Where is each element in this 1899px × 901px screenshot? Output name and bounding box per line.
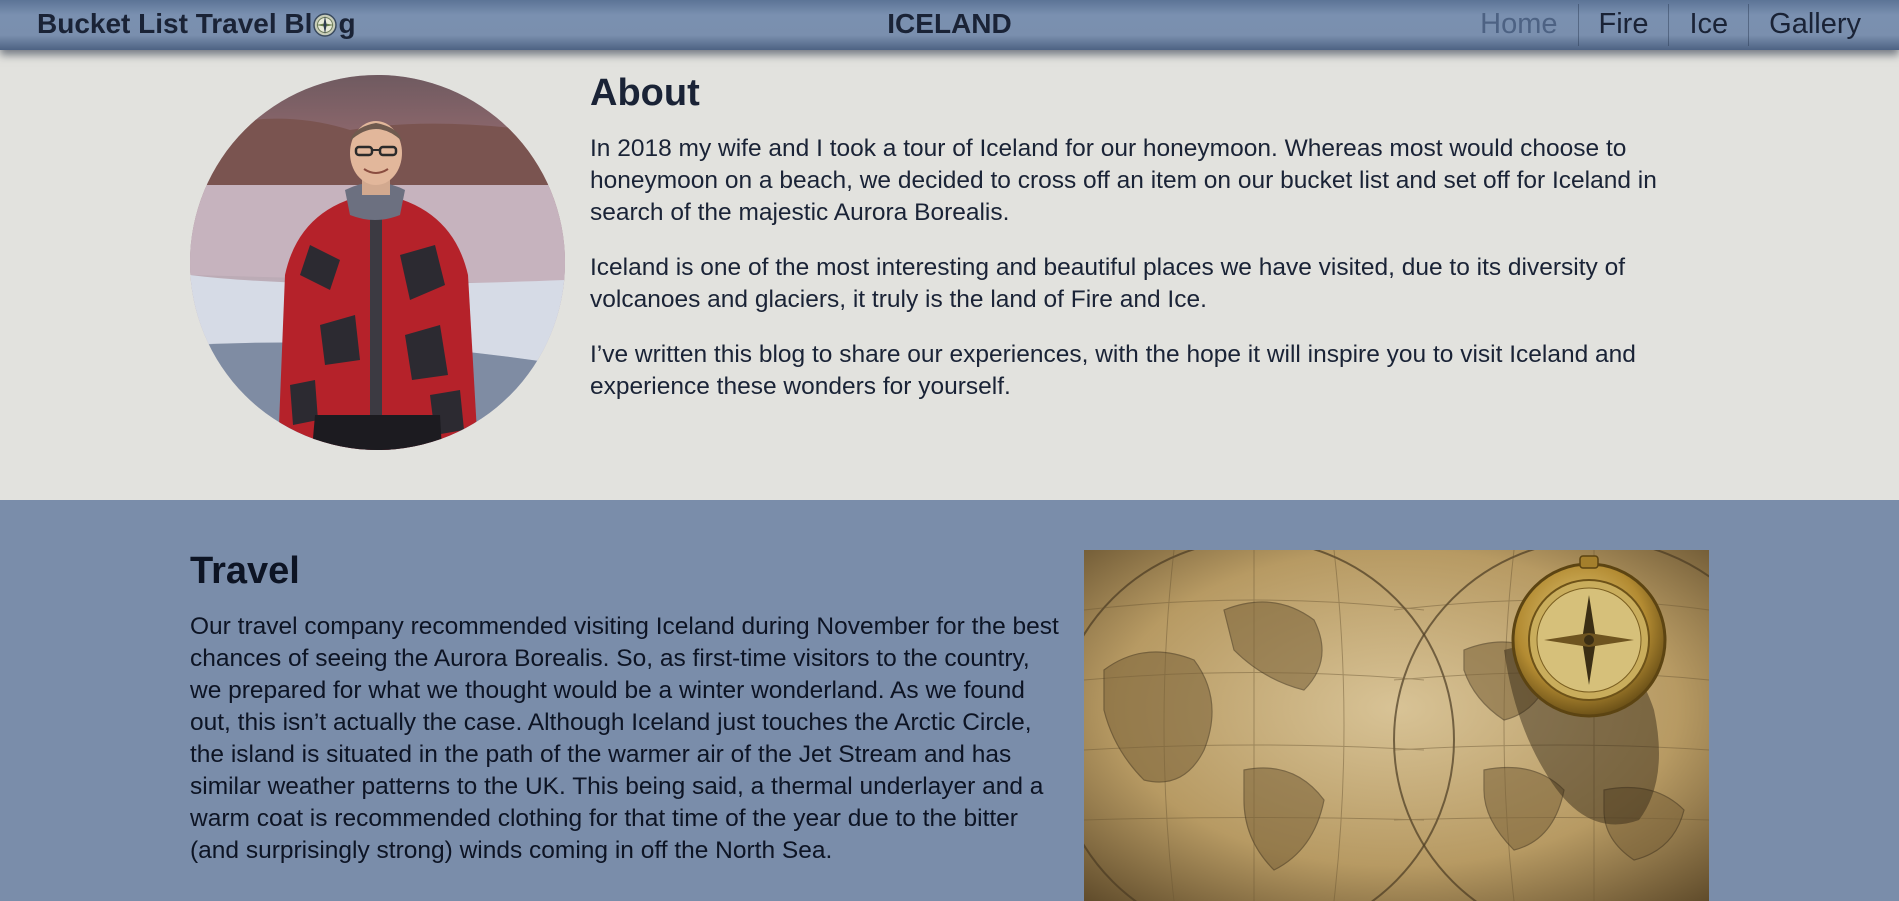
travel-content: Travel Our travel company recommended vi… bbox=[190, 550, 1060, 867]
nav-links: Home Fire Ice Gallery bbox=[1460, 4, 1881, 46]
vintage-map-compass-image bbox=[1084, 550, 1709, 901]
about-paragraph-3: I’ve written this blog to share our expe… bbox=[590, 341, 1636, 400]
nav-link-fire[interactable]: Fire bbox=[1577, 4, 1669, 46]
navbar: Bucket List Travel Bl g ICELAND Home Fir… bbox=[0, 0, 1899, 50]
about-paragraph-1: In 2018 my wife and I took a tour of Ice… bbox=[590, 135, 1657, 226]
nav-link-ice[interactable]: Ice bbox=[1668, 4, 1748, 46]
about-paragraph-2: Iceland is one of the most interesting a… bbox=[590, 254, 1626, 313]
travel-paragraph: Our travel company recommended visiting … bbox=[190, 613, 1059, 864]
about-heading: About bbox=[590, 72, 700, 114]
author-photo bbox=[190, 75, 565, 450]
travel-heading: Travel bbox=[190, 550, 300, 592]
about-content: About In 2018 my wife and I took a tour … bbox=[590, 72, 1710, 426]
nav-link-home[interactable]: Home bbox=[1460, 4, 1577, 46]
nav-link-gallery[interactable]: Gallery bbox=[1748, 4, 1881, 46]
about-section: About In 2018 my wife and I took a tour … bbox=[0, 50, 1899, 500]
travel-section: Travel Our travel company recommended vi… bbox=[0, 500, 1899, 901]
